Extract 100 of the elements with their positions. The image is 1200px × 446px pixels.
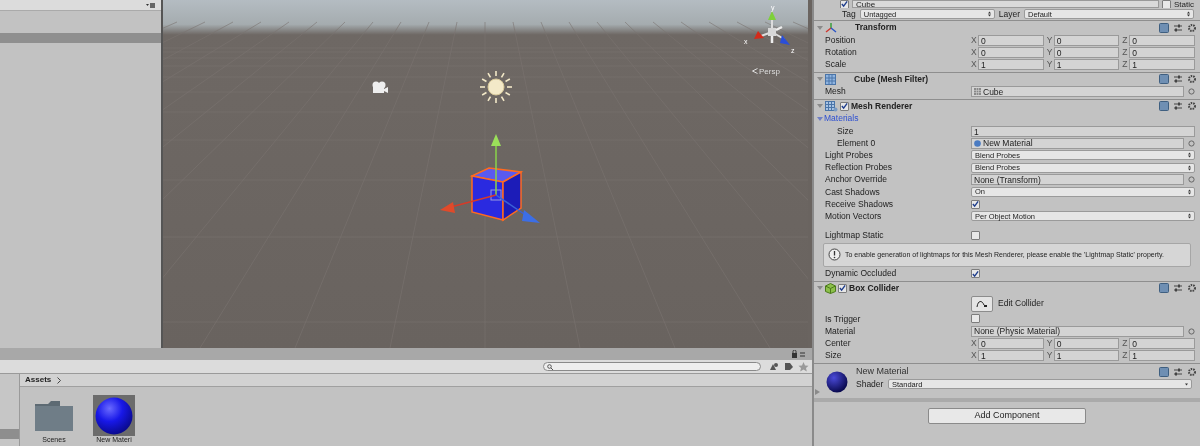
gear-icon[interactable] [1187, 74, 1197, 85]
field-label: Is Trigger [825, 312, 862, 326]
object-field[interactable]: None (Physic Material) [971, 325, 1184, 337]
enable-checkbox[interactable] [838, 283, 847, 293]
object-field[interactable]: None (Transform) [971, 174, 1184, 186]
field-label: Anchor Override [825, 173, 888, 187]
number-field[interactable]: 0 [978, 34, 1044, 46]
projection-label[interactable]: Persp [759, 66, 780, 78]
sphere-icon [826, 370, 848, 393]
enable-checkbox[interactable] [840, 101, 849, 111]
material-title: New Material [856, 364, 909, 378]
axis-label: Z [1122, 33, 1129, 47]
sliders-icon[interactable] [1173, 22, 1183, 33]
triangle-icon [817, 285, 823, 292]
name-field[interactable]: Cube [852, 0, 1159, 8]
number-field[interactable]: 1 [1053, 58, 1120, 70]
number-field[interactable]: 0 [1053, 337, 1120, 349]
help-book-icon[interactable] [1159, 366, 1169, 377]
field-label: Receive Shadows [825, 197, 895, 211]
number-field[interactable]: 0 [1129, 46, 1195, 58]
number-field[interactable]: 1 [1129, 349, 1195, 361]
object-field[interactable]: Cube [971, 86, 1184, 98]
help-book-icon[interactable] [1159, 22, 1169, 33]
object-picker-icon[interactable] [1188, 139, 1195, 147]
number-field[interactable]: 1 [1053, 349, 1120, 361]
number-field[interactable]: 0 [978, 46, 1044, 58]
sphere-icon [95, 396, 133, 435]
number-field[interactable]: 1 [978, 349, 1044, 361]
axis-label: Z [1122, 336, 1129, 350]
dropdown-arrows-icon [1188, 152, 1191, 159]
folder-icon [34, 399, 74, 432]
search-icon [547, 363, 553, 370]
axis-label: X [971, 45, 978, 59]
number-field[interactable]: 0 [1129, 337, 1195, 349]
axis-label: Y [1046, 58, 1054, 71]
axis-label: X [971, 58, 978, 71]
sliders-icon[interactable] [1173, 101, 1183, 112]
asset-tile[interactable] [93, 395, 135, 436]
gear-icon[interactable] [1187, 101, 1197, 112]
edit-collider-button[interactable]: Edit Collider [971, 295, 1050, 312]
gear-icon[interactable] [1187, 366, 1197, 377]
axis-label: X [971, 33, 978, 47]
sliders-icon[interactable] [1173, 74, 1183, 85]
number-field[interactable]: 1 [978, 58, 1044, 70]
lock-icon[interactable] [792, 350, 806, 358]
axis-label: X [971, 336, 978, 350]
axis-label: Y [1046, 33, 1054, 47]
field-label: Material [825, 324, 857, 338]
number-field[interactable]: 0 [1053, 46, 1120, 58]
exclamation-icon [828, 248, 841, 262]
field-label: Size [836, 124, 855, 138]
checkbox[interactable] [971, 314, 980, 324]
sun-icon[interactable] [479, 70, 513, 104]
object-picker-icon[interactable] [1188, 176, 1195, 184]
number-field[interactable]: 1 [1129, 58, 1195, 70]
star-icon[interactable] [797, 361, 810, 372]
foldout-toggle[interactable]: Materials [817, 112, 859, 126]
sliders-icon[interactable] [1173, 366, 1183, 377]
panel-menu-icon[interactable] [146, 2, 155, 8]
triangle-icon [815, 388, 820, 395]
component-title: Box Collider [849, 281, 900, 295]
field-label: Center [825, 336, 852, 350]
number-field[interactable]: 0 [978, 337, 1044, 349]
gear-icon[interactable] [1187, 22, 1197, 33]
help-book-icon[interactable] [1159, 283, 1169, 294]
object-picker-icon[interactable] [1188, 88, 1195, 96]
number-field[interactable]: 0 [1053, 34, 1120, 46]
active-checkbox[interactable] [840, 0, 849, 8]
sphere-icon [974, 139, 981, 147]
selected-cube-drawing[interactable] [439, 132, 541, 226]
checkbox[interactable] [971, 231, 980, 241]
axis-label: Z [1122, 58, 1129, 71]
help-book-icon[interactable] [1159, 74, 1169, 85]
tag-label: Tag [842, 7, 856, 21]
object-picker-icon[interactable] [1188, 327, 1195, 335]
search-field[interactable] [543, 362, 761, 371]
gear-icon[interactable] [1187, 283, 1197, 294]
shapes-icon[interactable] [767, 361, 780, 372]
field-label: Light Probes [825, 149, 874, 162]
number-field[interactable]: 0 [1129, 34, 1195, 46]
static-label: Static [1174, 0, 1194, 8]
dropdown-arrows-icon [1188, 164, 1191, 171]
chevron-right-icon [57, 376, 62, 384]
camera-icon[interactable] [371, 81, 389, 94]
component-title: Cube (Mesh Filter) [854, 72, 929, 86]
dropdown-arrows-icon [1188, 188, 1191, 195]
checkbox[interactable] [971, 199, 980, 209]
breadcrumb[interactable]: Assets [25, 374, 52, 386]
dropdown-arrows-icon [1187, 11, 1190, 17]
static-checkbox[interactable] [1162, 0, 1171, 8]
cube-icon [825, 282, 836, 294]
number-field[interactable]: 1 [971, 125, 1195, 137]
add-component-button[interactable]: Add Component [928, 407, 1086, 424]
help-book-icon[interactable] [1159, 101, 1169, 112]
object-field[interactable]: New Material [971, 137, 1184, 149]
sliders-icon[interactable] [1173, 283, 1183, 294]
axis-label: X [971, 349, 978, 362]
checkbox[interactable] [971, 269, 980, 279]
axis-label: Z [1122, 349, 1129, 362]
grid-icon [825, 73, 836, 85]
